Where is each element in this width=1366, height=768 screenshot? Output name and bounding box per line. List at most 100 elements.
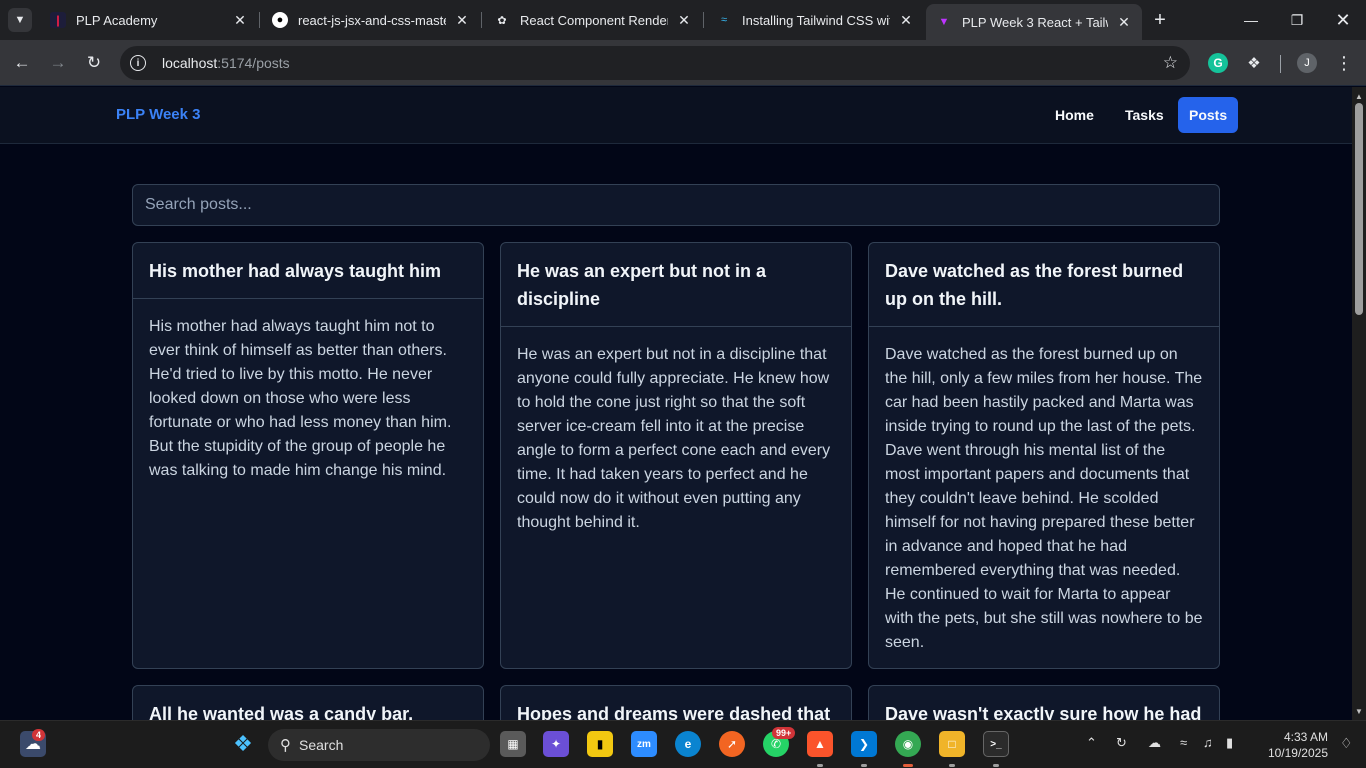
close-icon[interactable]: ✕ (454, 12, 470, 29)
browser-toolbar: ← → ↻ i localhost:5174/posts ☆ G ❖ J ⋮ (0, 40, 1366, 86)
address-bar[interactable]: i localhost:5174/posts ☆ (120, 46, 1190, 80)
tab-divider (703, 12, 704, 28)
toolbar-divider (1280, 55, 1281, 73)
scroll-up-icon[interactable]: ▲ (1352, 89, 1366, 103)
clock-time: 4:33 AM (1283, 730, 1328, 744)
url-path: :5174/posts (217, 55, 290, 71)
post-title: Dave watched as the forest burned up on … (869, 243, 1219, 327)
page-viewport: PLP Week 3 Home Tasks Posts His mother h… (0, 87, 1352, 720)
post-title: Hopes and dreams were dashed that (501, 686, 851, 720)
post-card: Dave watched as the forest burned up on … (868, 242, 1220, 669)
browser-tabstrip: ▼ ❙ PLP Academy ✕ ● react-js-jsx-and-css… (0, 0, 1366, 40)
clock-date: 10/19/2025 (1267, 746, 1328, 760)
copilot-icon[interactable]: ✦ (543, 731, 569, 757)
url-host: localhost (162, 55, 218, 71)
running-indicator (993, 764, 999, 767)
task-view-icon[interactable]: ▦ (500, 731, 526, 757)
tab-plp-academy[interactable]: ❙ PLP Academy ✕ (40, 4, 258, 36)
vite-icon: ▼ (938, 16, 950, 28)
nav-tasks[interactable]: Tasks (1114, 97, 1175, 133)
nav-home[interactable]: Home (1044, 97, 1105, 133)
onedrive-icon[interactable]: ☁ (1148, 735, 1161, 751)
page-scrollbar[interactable]: ▲ ▼ (1352, 87, 1366, 720)
scrollbar-thumb[interactable] (1355, 103, 1363, 315)
taskbar-search-label: Search (299, 737, 344, 753)
extensions-icon[interactable]: ❖ (1244, 53, 1264, 73)
tab-title: react-js-jsx-and-css-masterin (298, 12, 446, 28)
chevron-up-icon[interactable]: ⌃ (1086, 735, 1097, 751)
weather-badge: 4 (32, 729, 46, 741)
tailwind-icon: ≈ (720, 14, 728, 26)
post-body: His mother had always taught him not to … (149, 318, 452, 479)
post-card: His mother had always taught him His mot… (132, 242, 484, 669)
tab-search-icon[interactable]: ▼ (8, 8, 32, 32)
tab-title: PLP Week 3 React + Tailwind (962, 14, 1108, 30)
windows-start-icon[interactable]: ❖ (230, 731, 256, 757)
post-body: He was an expert but not in a discipline… (517, 346, 831, 531)
tab-title: Installing Tailwind CSS with V (742, 12, 890, 28)
search-icon: ⚲ (280, 737, 291, 754)
plp-favicon: ❙ (50, 12, 66, 28)
bookmark-star-icon[interactable]: ☆ (1163, 53, 1178, 73)
running-indicator (949, 764, 955, 767)
power-bi-icon[interactable]: ▮ (587, 731, 613, 757)
edge-icon[interactable]: e (675, 731, 701, 757)
brand-logo[interactable]: PLP Week 3 (116, 106, 201, 123)
zoom-icon[interactable]: zm (631, 731, 657, 757)
vscode-icon[interactable]: ❯ (851, 731, 877, 757)
battery-icon[interactable]: ▮ (1226, 735, 1233, 751)
post-card: Hopes and dreams were dashed that (500, 685, 852, 720)
nav-posts[interactable]: Posts (1178, 97, 1239, 133)
back-icon[interactable]: ← (10, 51, 34, 75)
close-icon[interactable]: ✕ (676, 12, 692, 29)
tab-plp-week3[interactable]: ▼ PLP Week 3 React + Tailwind ✕ (926, 4, 1142, 40)
tab-title: React Component Rendering (520, 12, 668, 28)
forward-icon[interactable]: → (46, 51, 70, 75)
notification-bell-icon[interactable]: ♢ (1340, 735, 1353, 752)
taskbar-search[interactable]: ⚲ Search (268, 729, 490, 761)
post-title: All he wanted was a candy bar. (133, 686, 483, 720)
chrome-icon[interactable]: ◉ (895, 731, 921, 757)
post-title: His mother had always taught him (133, 243, 483, 299)
menu-dots-icon[interactable]: ⋮ (1334, 53, 1354, 73)
site-info-icon[interactable]: i (130, 55, 146, 71)
minimize-icon[interactable]: — (1228, 0, 1274, 40)
windows-taskbar: ☁ 4 ❖ ⚲ Search ▦ ✦ ▮ zm e ➚ ✆ 99+ ▲ ❯ ◉ … (0, 720, 1366, 768)
post-body: Dave watched as the forest burned up on … (885, 346, 1203, 651)
post-title: Dave wasn't exactly sure how he had (869, 686, 1219, 720)
grammarly-icon[interactable]: G (1208, 53, 1228, 73)
volume-icon[interactable]: ♫ (1203, 735, 1213, 750)
postman-icon[interactable]: ➚ (719, 731, 745, 757)
post-card: Dave wasn't exactly sure how he had (868, 685, 1220, 720)
post-title: He was an expert but not in a discipline (501, 243, 851, 327)
close-icon[interactable]: ✕ (232, 12, 248, 29)
file-explorer-icon[interactable]: □ (939, 731, 965, 757)
tab-divider (481, 12, 482, 28)
running-indicator (817, 764, 823, 767)
openai-icon: ✿ (497, 14, 507, 27)
search-posts-input[interactable] (132, 184, 1220, 226)
wifi-icon[interactable]: ≈ (1180, 735, 1187, 750)
tab-title: PLP Academy (76, 12, 158, 28)
tab-github[interactable]: ● react-js-jsx-and-css-masterin ✕ (262, 4, 480, 36)
window-close-icon[interactable]: ✕ (1320, 0, 1366, 40)
scroll-down-icon[interactable]: ▼ (1352, 704, 1366, 718)
taskbar-clock[interactable]: 4:33 AM 10/19/2025 (1256, 729, 1328, 761)
sync-icon[interactable]: ↻ (1116, 735, 1127, 751)
github-icon: ● (272, 12, 288, 28)
restore-icon[interactable]: ❐ (1274, 0, 1320, 40)
whatsapp-badge: 99+ (772, 727, 796, 739)
post-card: All he wanted was a candy bar. (132, 685, 484, 720)
close-icon[interactable]: ✕ (1116, 14, 1132, 31)
tab-react-rendering[interactable]: ✿ React Component Rendering ✕ (484, 4, 702, 36)
tab-tailwind[interactable]: ≈ Installing Tailwind CSS with V ✕ (706, 4, 924, 36)
brave-icon[interactable]: ▲ (807, 731, 833, 757)
profile-avatar[interactable]: J (1297, 53, 1317, 73)
terminal-icon[interactable]: >_ (983, 731, 1009, 757)
post-card: He was an expert but not in a discipline… (500, 242, 852, 669)
close-icon[interactable]: ✕ (898, 12, 914, 29)
url-text[interactable]: localhost:5174/posts (162, 55, 290, 71)
new-tab-button[interactable]: + (1148, 8, 1172, 32)
reload-icon[interactable]: ↻ (82, 51, 106, 75)
app-navbar: PLP Week 3 Home Tasks Posts (0, 87, 1352, 144)
